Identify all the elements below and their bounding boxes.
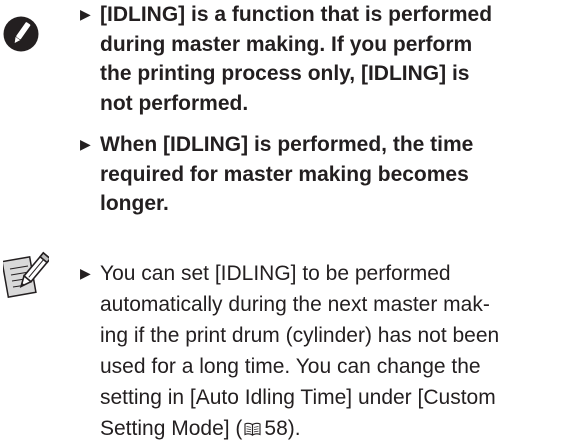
memo-item: ▶ You can set [IDLING] to be performed a… — [80, 258, 575, 444]
memo-notes: ▶ You can set [IDLING] to be performed a… — [80, 258, 575, 444]
memo-text-main: You can set [IDLING] to be performed aut… — [100, 262, 500, 440]
caution-notes: ▶ [IDLING] is a function that is perform… — [80, 0, 575, 219]
caution-item-text: [IDLING] is a function that is performed… — [100, 3, 493, 115]
caution-item-text: When [IDLING] is performed, the time req… — [100, 133, 474, 215]
bullet-arrow-icon: ▶ — [80, 6, 91, 22]
memo-pencil-icon — [3, 251, 49, 299]
memo-text-end: ). — [287, 417, 301, 440]
memo-item-text: You can set [IDLING] to be performed aut… — [81, 258, 575, 444]
bullet-arrow-icon: ▶ — [80, 265, 91, 281]
caution-pencil-icon — [3, 16, 39, 52]
page-reference-link[interactable]: 58 — [264, 417, 287, 440]
book-icon — [244, 422, 261, 436]
caution-item: ▶ When [IDLING] is performed, the time r… — [80, 130, 575, 219]
bullet-arrow-icon: ▶ — [80, 136, 91, 152]
caution-item: ▶ [IDLING] is a function that is perform… — [80, 0, 575, 118]
